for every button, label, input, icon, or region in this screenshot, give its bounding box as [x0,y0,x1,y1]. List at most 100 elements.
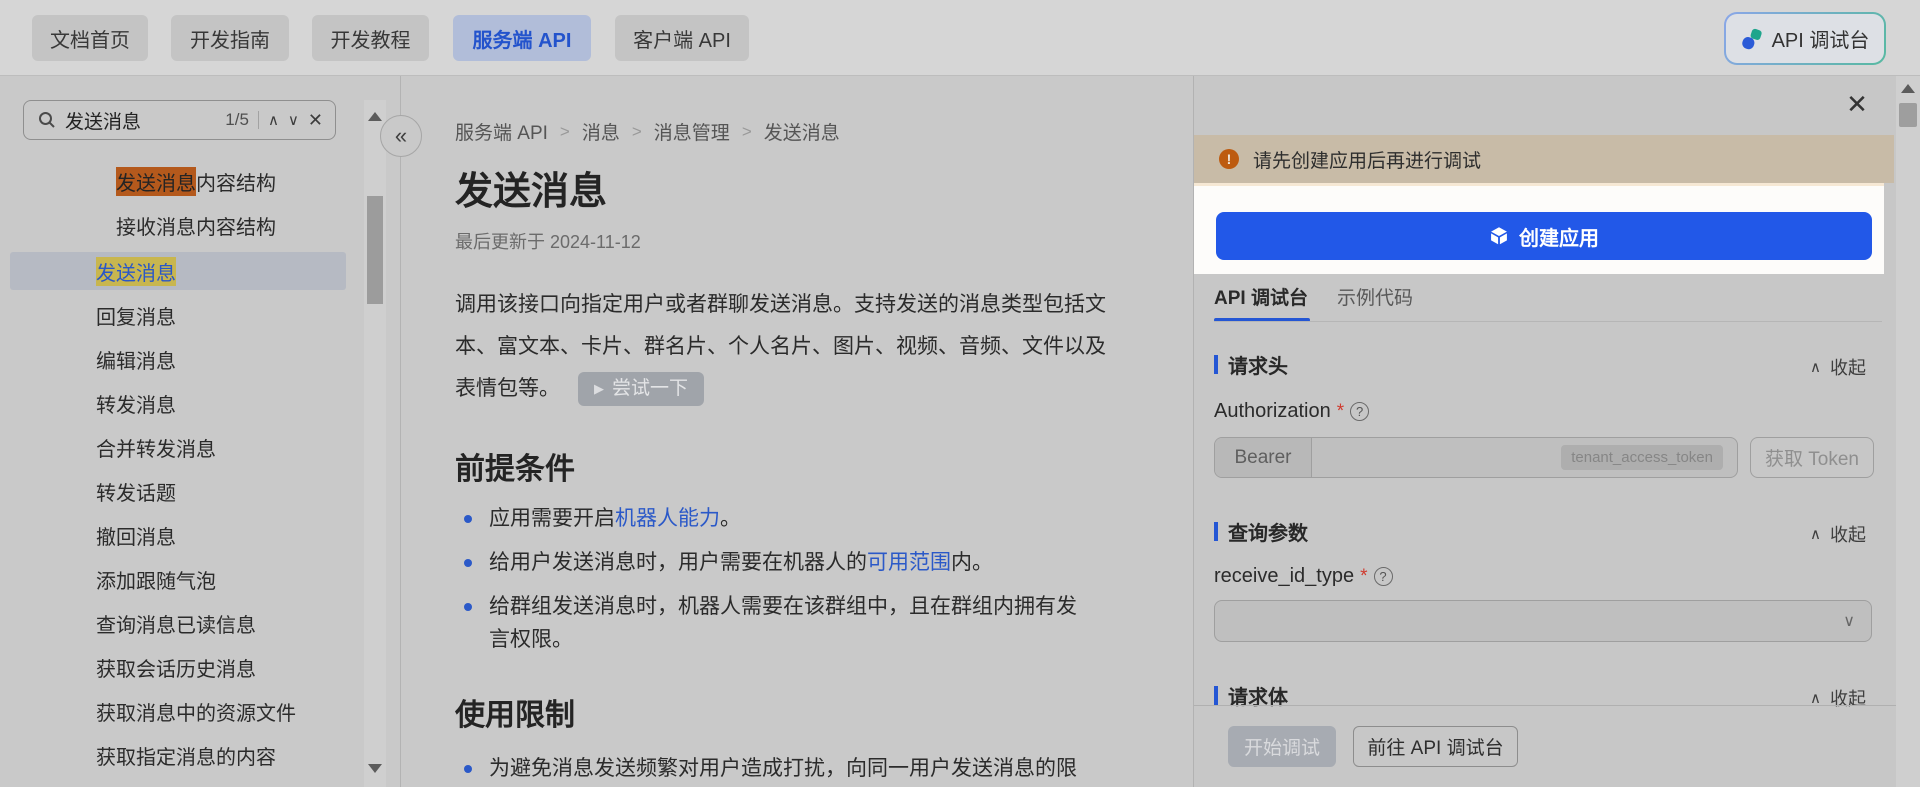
api-console-label: API 调试台 [1771,30,1870,52]
breadcrumb-server-api[interactable]: 服务端 API [455,118,548,145]
section-accent-bar [1214,354,1218,374]
breadcrumb-separator: > [559,121,570,141]
list-item: 给群组发送消息时，机器人需要在该群组中，且在群组内拥有发言权限。 [455,590,1095,656]
sidebar-item-label: 转发话题 [96,482,176,505]
sidebar-item-chat-history[interactable]: 获取会话历史消息 [0,648,346,686]
tab-sample-code[interactable]: 示例代码 [1337,283,1413,310]
available-scope-link[interactable]: 可用范围 [867,551,951,574]
create-app-button[interactable]: 创建应用 [1216,212,1872,260]
sidebar-item-recall-message[interactable]: 撤回消息 [0,516,346,554]
page-title: 发送消息 [455,171,608,213]
sidebar-item-label: 合并转发消息 [96,438,216,461]
search-next-icon[interactable]: ∨ [288,113,299,128]
sidebar-search[interactable]: 发送消息 1/5 ∧ ∨ ✕ [23,100,336,140]
search-close-icon[interactable]: ✕ [308,111,323,129]
breadcrumb-send-message[interactable]: 发送消息 [764,118,840,145]
prerequisites-list: 应用需要开启机器人能力。 给用户发送消息时，用户需要在机器人的可用范围内。 给群… [455,502,1095,667]
sidebar-item-receive-msg-structure[interactable]: 接收消息内容结构 [0,206,346,244]
sidebar-scrollbar-thumb[interactable] [367,196,383,304]
sidebar-scrollbar[interactable] [364,100,386,787]
list-item: 应用需要开启机器人能力。 [455,502,1095,535]
breadcrumb-message-mgmt[interactable]: 消息管理 [654,118,730,145]
section-request-header: 请求头 [1214,353,1288,378]
token-input[interactable]: tenant_access_token [1312,438,1737,477]
sidebar-item-merge-forward[interactable]: 合并转发消息 [0,428,346,466]
search-highlight: 发送消息 [96,256,176,286]
receive-id-type-select[interactable]: ∨ [1214,600,1872,642]
api-console-button[interactable]: API 调试台 [1724,12,1886,65]
sidebar-item-label: 获取会话历史消息 [96,658,256,681]
search-input[interactable]: 发送消息 [65,107,216,134]
nav-tab-client-api[interactable]: 客户端 API [615,15,749,61]
page-scrollbar[interactable] [1896,76,1920,787]
scroll-up-icon[interactable] [368,112,382,121]
panel-close-icon[interactable]: ✕ [1842,89,1872,119]
collapse-sidebar-button[interactable]: « [380,115,422,157]
collapse-query-params[interactable]: ∧ 收起 [1810,521,1866,547]
search-prev-icon[interactable]: ∧ [268,113,279,128]
sidebar-item-forward-message[interactable]: 转发消息 [0,384,346,422]
sidebar-item-msg-resources[interactable]: 获取消息中的资源文件 [0,692,346,730]
goto-api-console-button[interactable]: 前往 API 调试台 [1353,726,1518,767]
get-token-button[interactable]: 获取 Token [1750,437,1874,478]
collapse-sidebar-icon: « [394,123,408,148]
scroll-down-icon[interactable] [368,764,382,773]
authorization-input-group: Bearer tenant_access_token [1214,437,1738,478]
sidebar-item-reply-message[interactable]: 回复消息 [0,296,346,334]
nav-tab-dev-tutorial[interactable]: 开发教程 [312,15,429,61]
breadcrumb-separator: > [631,121,642,141]
sidebar-item-forward-topic[interactable]: 转发话题 [0,472,346,510]
field-label: receive_id_type [1214,565,1355,587]
section-accent-bar [1214,521,1218,541]
sidebar-item-read-info[interactable]: 查询消息已读信息 [0,604,346,642]
sidebar-item-follow-bubble[interactable]: 添加跟随气泡 [0,560,346,598]
collapse-request-body[interactable]: ∧ 收起 [1810,685,1866,711]
nav-tab-docs-home[interactable]: 文档首页 [32,15,148,61]
sidebar-item-label: 接收消息内容结构 [116,216,276,239]
receive-id-type-label: receive_id_type * ? [1214,565,1393,588]
tab-api-console[interactable]: API 调试台 [1214,283,1308,310]
cube-icon [1489,226,1509,246]
bullet-text: 给用户发送消息时，用户需要在机器人的 [489,551,867,574]
robot-capability-link[interactable]: 机器人能力 [615,507,720,530]
search-divider [257,111,259,129]
intro-paragraph: 调用该接口向指定用户或者群聊发送消息。支持发送的消息类型包括文本、富文本、卡片、… [455,284,1115,410]
spotlight-band: 创建应用 [1194,183,1884,274]
sidebar-item-label: 撤回消息 [96,526,176,549]
sidebar-item-send-msg-structure[interactable]: 发送消息 内容结构 [0,162,346,200]
search-highlight-current: 发送消息 [116,166,196,196]
collapse-request-header[interactable]: ∧ 收起 [1810,354,1866,380]
start-debug-button[interactable]: 开始调试 [1228,726,1336,767]
sidebar-item-edit-message[interactable]: 编辑消息 [0,340,346,378]
bullet-text: 应用需要开启 [489,507,615,530]
chevron-up-icon: ∧ [1810,359,1821,376]
intro-text: 调用该接口向指定用户或者群聊发送消息。支持发送的消息类型包括文本、富文本、卡片、… [455,293,1106,400]
heading-prerequisites: 前提条件 [455,453,575,486]
sidebar-item-label: 查询消息已读信息 [96,614,256,637]
footer-divider [1194,705,1897,706]
usage-limits-list: 为避免消息发送频繁对用户造成打扰，向同一用户发送消息的限频为 [455,752,1095,787]
bullet-text: 给群组发送消息时，机器人需要在该群组中，且在群组内拥有发言权限。 [489,595,1077,651]
breadcrumb: 服务端 API > 消息 > 消息管理 > 发送消息 [455,118,840,145]
chevron-up-icon: ∧ [1810,526,1821,543]
scroll-up-icon[interactable] [1901,84,1915,93]
section-label: 请求头 [1228,355,1288,378]
create-app-label: 创建应用 [1519,227,1599,250]
sidebar-item-send-message-selected[interactable]: 发送消息 [10,252,346,290]
nav-tab-server-api[interactable]: 服务端 API [453,15,591,61]
bullet-text: 内。 [951,551,993,574]
try-it-button[interactable]: ▶ 尝试一下 [578,372,705,407]
search-match-counter: 1/5 [225,110,249,129]
page-scrollbar-thumb[interactable] [1899,103,1917,127]
help-icon[interactable]: ? [1373,567,1393,586]
sidebar-item-msg-content[interactable]: 获取指定消息的内容 [0,736,346,774]
sidebar-item-label: 内容结构 [196,172,276,195]
help-icon[interactable]: ? [1350,402,1370,421]
section-label: 查询参数 [1228,522,1308,545]
plug-icon [1741,28,1763,50]
alert-banner: ! 请先创建应用后再进行调试 [1194,135,1894,183]
nav-tab-dev-guide[interactable]: 开发指南 [171,15,289,61]
search-icon [38,111,56,129]
bullet-text: 。 [720,507,741,530]
breadcrumb-message[interactable]: 消息 [582,118,620,145]
